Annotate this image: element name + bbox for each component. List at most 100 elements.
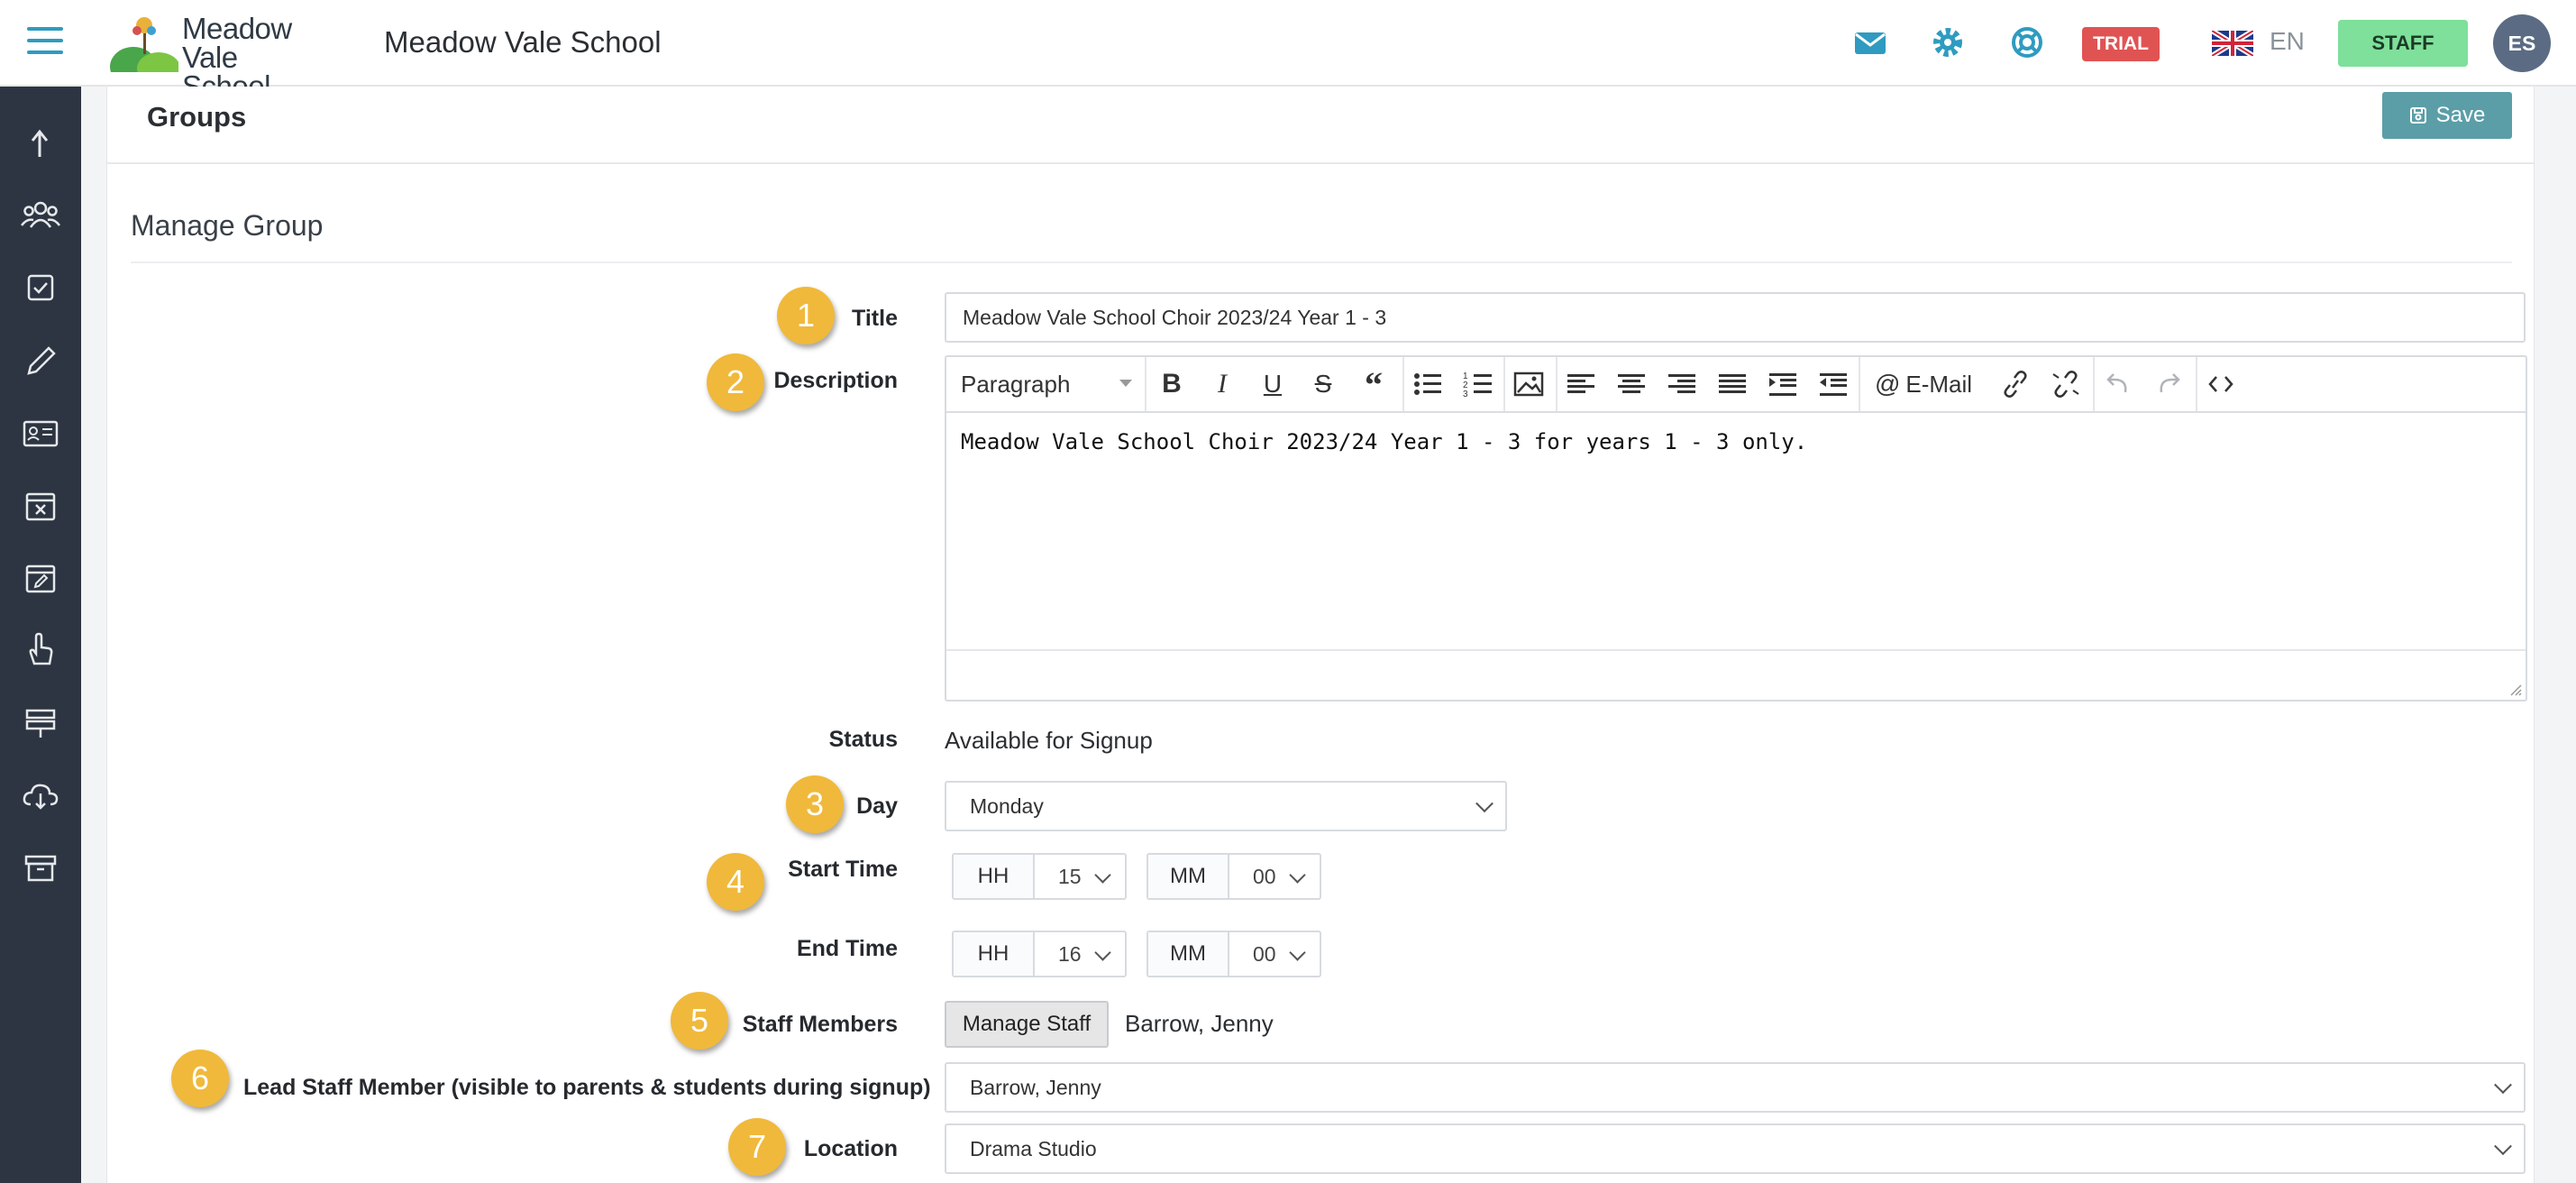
upload-arrow-icon[interactable]: [20, 123, 61, 164]
school-logo[interactable]: Meadow Vale School: [110, 12, 326, 101]
start-hour-select[interactable]: HH 15: [952, 853, 1127, 900]
annotation-badge-6: 6: [171, 1050, 229, 1107]
italic-icon[interactable]: I: [1204, 369, 1240, 399]
annotation-badge-4: 4: [707, 853, 764, 911]
image-icon[interactable]: [1511, 369, 1547, 399]
align-left-icon[interactable]: [1563, 369, 1599, 399]
cloud-download-icon[interactable]: [20, 775, 61, 817]
staff-button[interactable]: STAFF: [2338, 20, 2468, 67]
format-dropdown[interactable]: Paragraph: [961, 369, 1132, 399]
status-value: Available for Signup: [945, 727, 1153, 754]
end-minute-select[interactable]: MM 00: [1146, 931, 1321, 977]
resize-handle-icon[interactable]: [2507, 682, 2522, 696]
logo-line-1: Meadow: [182, 12, 292, 45]
location-label: Location: [803, 1136, 898, 1161]
minute-label: MM: [1148, 932, 1229, 976]
mail-icon[interactable]: [1851, 23, 1889, 61]
title-input[interactable]: Meadow Vale School Choir 2023/24 Year 1 …: [945, 292, 2526, 343]
description-editor[interactable]: Paragraph B I U S “ 1 2 3 @ E-Mail Meado…: [945, 355, 2527, 702]
underline-icon[interactable]: U: [1255, 369, 1291, 399]
staff-members-value: Barrow, Jenny: [1125, 1010, 1274, 1037]
school-name: Meadow Vale School: [384, 25, 662, 59]
calendar-edit-icon[interactable]: [20, 557, 61, 599]
language-selector[interactable]: EN: [2270, 27, 2305, 56]
svg-text:3: 3: [1463, 390, 1468, 399]
sidebar: [0, 87, 81, 1183]
chevron-down-icon: [1289, 867, 1306, 884]
outdent-icon[interactable]: [1815, 369, 1851, 399]
day-select[interactable]: Monday: [945, 781, 1507, 831]
source-code-icon[interactable]: [2203, 369, 2239, 399]
minute-label: MM: [1148, 855, 1229, 898]
lead-staff-label: Lead Staff Member (visible to parents & …: [243, 1075, 931, 1100]
annotation-badge-1: 1: [777, 287, 835, 344]
link-icon[interactable]: [1997, 369, 2033, 399]
annotation-badge-7: 7: [728, 1118, 786, 1176]
chevron-down-icon: [1094, 944, 1111, 961]
blockquote-icon[interactable]: “: [1356, 364, 1392, 405]
chevron-down-icon: [1289, 944, 1306, 961]
end-hour-select[interactable]: HH 16: [952, 931, 1127, 977]
unlink-icon[interactable]: [2048, 369, 2084, 399]
editor-toolbar: Paragraph B I U S “ 1 2 3 @ E-Mail: [946, 357, 2526, 413]
toolbar-divider: [1556, 357, 1557, 411]
hamburger-menu-icon[interactable]: [27, 27, 63, 58]
align-center-icon[interactable]: [1613, 369, 1649, 399]
start-minute-value: 00: [1253, 865, 1276, 888]
status-label: Status: [828, 727, 898, 752]
end-hour-value: 16: [1058, 942, 1082, 966]
end-time-label: End Time: [796, 936, 898, 961]
save-button[interactable]: Save: [2382, 92, 2512, 139]
checkbox-icon[interactable]: [20, 267, 61, 308]
gear-icon[interactable]: [1929, 23, 1967, 61]
annotation-badge-2: 2: [707, 353, 764, 411]
save-label: Save: [2435, 103, 2486, 127]
archive-icon[interactable]: [20, 848, 61, 889]
align-right-icon[interactable]: [1664, 369, 1700, 399]
trial-badge: TRIAL: [2082, 27, 2160, 61]
top-bar: Meadow Vale School Meadow Vale School TR…: [0, 0, 2576, 101]
indent-icon[interactable]: [1765, 369, 1801, 399]
hand-pointer-icon[interactable]: [20, 629, 61, 671]
location-select[interactable]: Drama Studio: [945, 1123, 2526, 1174]
user-avatar[interactable]: ES: [2493, 14, 2551, 72]
manage-staff-button[interactable]: Manage Staff: [945, 1001, 1109, 1048]
start-hour-value: 15: [1058, 865, 1082, 888]
people-icon[interactable]: [20, 195, 61, 236]
signpost-icon[interactable]: [20, 702, 61, 743]
lead-staff-select[interactable]: Barrow, Jenny: [945, 1062, 2526, 1113]
hour-label: HH: [954, 932, 1035, 976]
end-minute-value: 00: [1253, 942, 1276, 966]
annotation-badge-3: 3: [786, 775, 844, 833]
divider: [131, 261, 2512, 263]
chevron-down-icon: [1119, 380, 1132, 387]
redo-icon[interactable]: [2151, 369, 2187, 399]
uk-flag-icon[interactable]: [2212, 31, 2253, 56]
strikethrough-icon[interactable]: S: [1305, 369, 1341, 399]
start-time-label: Start Time: [788, 857, 898, 882]
bold-icon[interactable]: B: [1154, 369, 1190, 399]
email-link-button[interactable]: @ E-Mail: [1866, 369, 1981, 399]
format-label: Paragraph: [961, 370, 1071, 398]
calendar-x-icon[interactable]: [20, 485, 61, 527]
day-value: Monday: [970, 793, 1044, 818]
toolbar-divider: [1503, 357, 1505, 411]
help-lifebuoy-icon[interactable]: [2008, 23, 2046, 61]
id-card-icon[interactable]: [20, 413, 61, 454]
start-minute-select[interactable]: MM 00: [1146, 853, 1321, 900]
toolbar-divider: [1145, 357, 1146, 411]
toolbar-divider: [2093, 357, 2095, 411]
divider: [107, 162, 2534, 164]
toolbar-divider: [1402, 357, 1404, 411]
bullet-list-icon[interactable]: [1410, 369, 1446, 399]
save-disk-icon: [2409, 107, 2426, 124]
editor-content[interactable]: Meadow Vale School Choir 2023/24 Year 1 …: [961, 429, 1807, 454]
annotation-badge-5: 5: [671, 992, 728, 1050]
pencil-icon[interactable]: [20, 341, 61, 382]
numbered-list-icon[interactable]: 1 2 3: [1460, 369, 1496, 399]
chevron-down-icon: [1094, 867, 1111, 884]
title-label: Title: [852, 306, 898, 331]
logo-hills-icon: [110, 17, 178, 72]
align-justify-icon[interactable]: [1714, 369, 1750, 399]
undo-icon[interactable]: [2100, 369, 2136, 399]
